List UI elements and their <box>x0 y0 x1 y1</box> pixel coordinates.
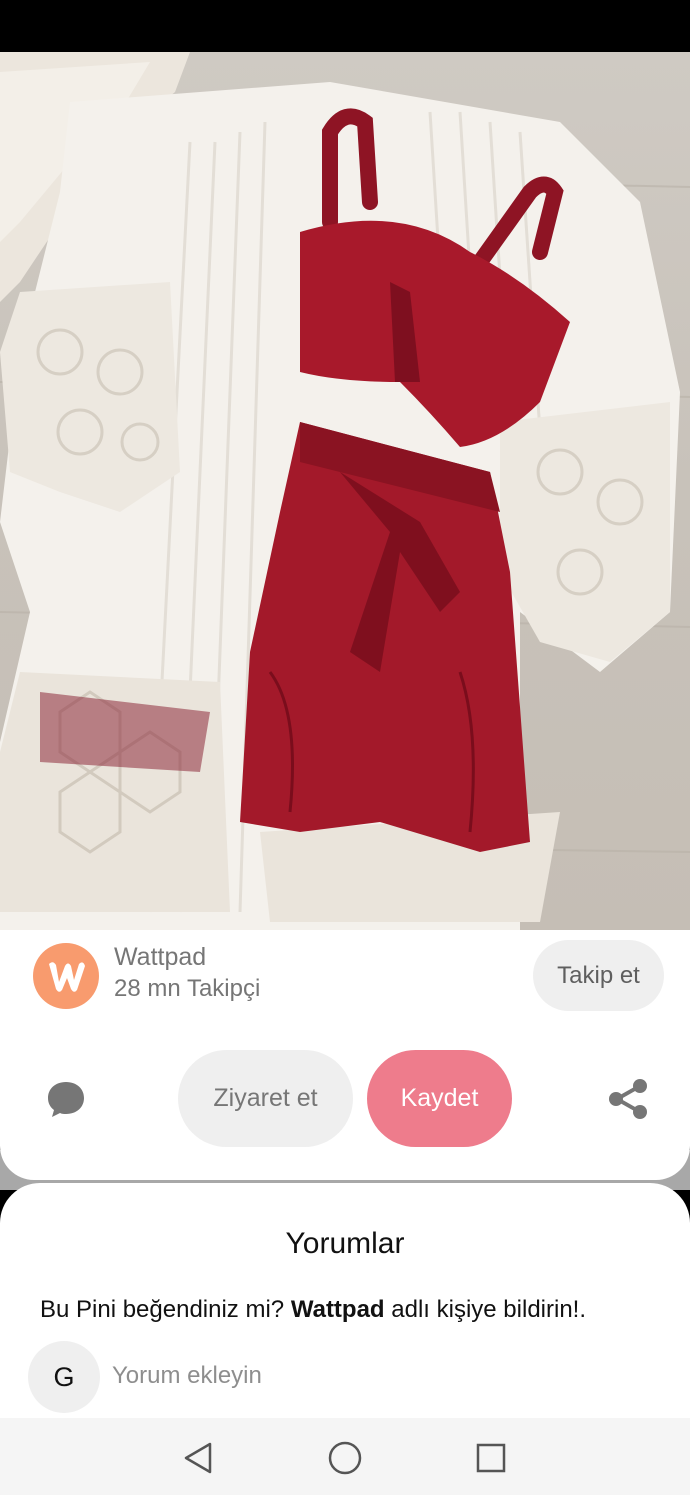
pin-image[interactable] <box>0 52 690 932</box>
comments-sheet: Yorumlar Bu Pini beğendiniz mi? Wattpad … <box>0 1183 690 1419</box>
home-circle-icon <box>328 1441 362 1475</box>
home-button[interactable] <box>325 1438 365 1478</box>
comments-title: Yorumlar <box>285 1227 405 1260</box>
prompt-text-after: adlı kişiye bildirin!. <box>384 1296 587 1323</box>
comments-prompt: Bu Pini beğendiniz mi? Wattpad adlı kişi… <box>40 1296 586 1324</box>
recents-button[interactable] <box>471 1438 511 1478</box>
prompt-text-before: Bu Pini beğendiniz mi? <box>40 1296 291 1323</box>
visit-button[interactable]: Ziyaret et <box>178 1050 353 1147</box>
back-button[interactable] <box>178 1438 218 1478</box>
creator-avatar[interactable] <box>33 943 99 1009</box>
wattpad-logo-icon <box>49 962 85 992</box>
back-triangle-icon <box>184 1442 212 1474</box>
comment-button[interactable] <box>44 1077 88 1121</box>
follow-button[interactable]: Takip et <box>533 940 664 1011</box>
save-button[interactable]: Kaydet <box>367 1050 512 1147</box>
prompt-creator-name[interactable]: Wattpad <box>291 1296 385 1323</box>
comment-input[interactable] <box>112 1353 652 1399</box>
share-icon <box>609 1079 647 1119</box>
creator-name[interactable]: Wattpad <box>114 943 206 972</box>
comment-bubble-icon <box>48 1082 84 1117</box>
system-nav-bar <box>0 1418 690 1495</box>
outfit-illustration <box>0 52 690 932</box>
pin-action-card: Wattpad 28 mn Takipçi Takip et Ziyaret e… <box>0 930 690 1180</box>
share-button[interactable] <box>606 1076 650 1122</box>
recents-square-icon <box>476 1443 506 1473</box>
creator-followers: 28 mn Takipçi <box>114 975 261 1002</box>
user-avatar[interactable]: G <box>28 1341 100 1413</box>
status-bar <box>0 0 690 52</box>
